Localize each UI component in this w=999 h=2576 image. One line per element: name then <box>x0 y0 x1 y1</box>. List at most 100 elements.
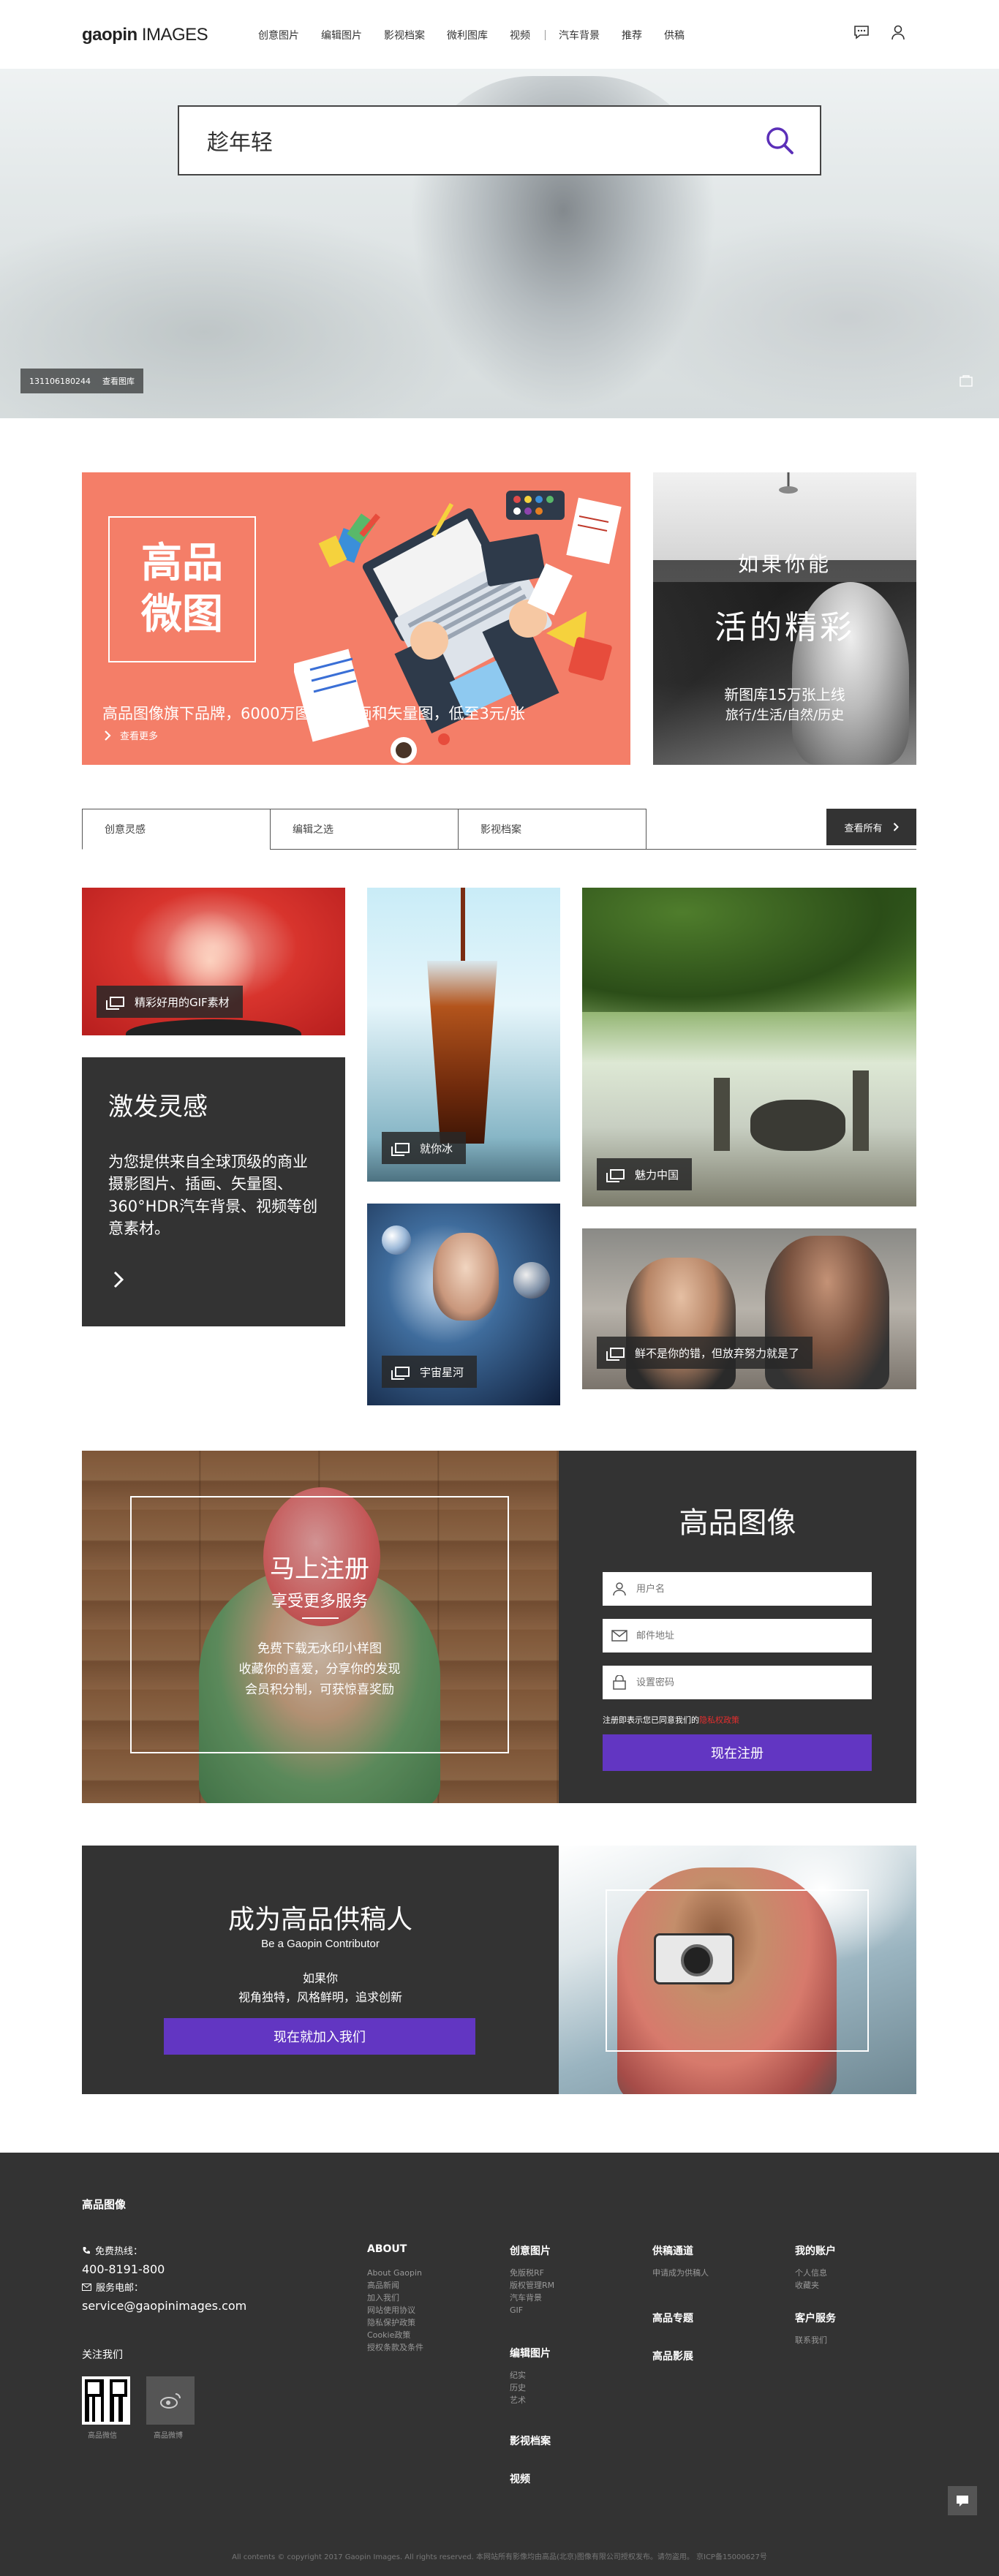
promo-description: 高品图像旗下品牌，6000万图片，插画和矢量图，低至3元/张 <box>102 705 525 722</box>
footer-link[interactable]: 联系我们 <box>795 2334 827 2346</box>
footer-link[interactable]: 艺术 <box>510 2394 526 2406</box>
chevron-right-icon[interactable] <box>108 1269 129 1290</box>
footer-exhibition-head[interactable]: 高品影展 <box>652 2349 693 2363</box>
contributor-subtitle: Be a Gaopin Contributor <box>261 1938 380 1950</box>
promo-micro-banner[interactable]: 高品 微图 高品图像旗下品牌，6000万图片，插画和矢量图，低至3元/张 查看更… <box>82 472 630 765</box>
footer-service-head[interactable]: 客户服务 <box>795 2311 836 2325</box>
category-tabs: 创意灵感 编辑之选 影视档案 <box>82 809 646 850</box>
join-button[interactable]: 现在就加入我们 <box>164 2018 475 2055</box>
tab-film-archive[interactable]: 影视档案 <box>458 809 646 850</box>
contributor-line1: 如果你 <box>302 1971 338 1985</box>
footer-link[interactable]: 收藏夹 <box>795 2279 827 2292</box>
promo-more-text: 查看更多 <box>120 731 159 742</box>
footer-film-head[interactable]: 影视档案 <box>510 2433 551 2448</box>
caption-text: 精彩好用的GIF素材 <box>135 995 230 1009</box>
promo-travel-banner[interactable]: 如果你能 活的精彩 新图库15万张上线 旅行/生活/自然/历史 <box>653 472 916 765</box>
footer-link[interactable]: 版权管理RM <box>510 2279 554 2292</box>
mail-icon <box>603 1619 636 1653</box>
user-icon <box>603 1572 636 1606</box>
hotline-label: 免费热线： <box>82 2243 143 2257</box>
nav-supply[interactable]: 供稿 <box>664 28 685 42</box>
copyright: All contents © copyright 2017 Gaopin Ima… <box>232 2553 767 2561</box>
weibo-icon[interactable] <box>146 2376 195 2425</box>
footer-supply-head[interactable]: 供稿通道 <box>652 2243 693 2258</box>
footer-link[interactable]: 汽车背景 <box>510 2292 554 2304</box>
follow-label: 关注我们 <box>82 2349 123 2361</box>
footer-link[interactable]: 纪实 <box>510 2369 526 2382</box>
register-title: 高品图像 <box>679 1506 796 1540</box>
planet <box>382 1225 411 1255</box>
tab-editor-picks[interactable]: 编辑之选 <box>270 809 459 850</box>
chat-support-icon[interactable] <box>948 2486 977 2515</box>
expand-icon[interactable] <box>960 374 973 388</box>
footer-link[interactable]: About Gaopin <box>367 2267 423 2279</box>
hero-photo-id[interactable]: 131106180244 查看图库 <box>20 369 143 393</box>
tile-caption: 精彩好用的GIF素材 <box>97 986 243 1018</box>
footer-link[interactable]: 申请成为供稿人 <box>652 2267 709 2279</box>
footer-special-head[interactable]: 高品专题 <box>652 2311 693 2325</box>
search-input[interactable] <box>207 127 754 154</box>
email-field <box>603 1619 872 1653</box>
footer-link[interactable]: 历史 <box>510 2382 526 2394</box>
email-input[interactable] <box>636 1630 872 1642</box>
footer-editorial-head[interactable]: 编辑图片 <box>510 2346 551 2360</box>
footer-link[interactable]: 免版税RF <box>510 2267 554 2279</box>
promo-right-line3: 新图库15万张上线 <box>724 686 845 703</box>
nav-car[interactable]: 汽车背景 <box>559 28 600 42</box>
footer-link[interactable]: 隐私保护政策 <box>367 2316 423 2329</box>
footer-creative-links: 免版税RF 版权管理RM 汽车背景 GIF <box>510 2267 554 2316</box>
privacy-policy-link[interactable]: 隐私权政策 <box>699 1715 739 1725</box>
gallery-icon <box>606 1169 625 1182</box>
logo-suffix: IMAGES <box>137 25 208 45</box>
logo[interactable]: gaopin IMAGES <box>82 25 208 45</box>
planet <box>513 1262 550 1299</box>
footer-link[interactable]: 加入我们 <box>367 2292 423 2304</box>
tile-caption: 就你冰 <box>382 1132 467 1164</box>
footer-link[interactable]: Cookie政策 <box>367 2329 423 2341</box>
nav-film[interactable]: 影视档案 <box>384 28 425 42</box>
nav-video[interactable]: 视频 <box>510 28 530 42</box>
wechat-qr-code <box>82 2376 130 2425</box>
footer-account-head[interactable]: 我的账户 <box>795 2243 836 2258</box>
promo-more-link[interactable]: 查看更多 <box>104 728 158 742</box>
footer-link[interactable]: 高品新闻 <box>367 2279 423 2292</box>
user-icon[interactable] <box>888 22 908 42</box>
footer-creative-head[interactable]: 创意图片 <box>510 2243 551 2258</box>
inspire-card[interactable]: 激发灵感 为您提供来自全球顶级的商业摄影图片、插画、矢量图、360°HDR汽车背… <box>82 1057 345 1326</box>
main-nav: 创意图片 编辑图片 影视档案 微利图库 视频 汽车背景 推荐 供稿 <box>258 28 706 42</box>
email-label: 服务电邮： <box>82 2280 143 2294</box>
contributor-line2: 视角独特，风格鲜明，追求创新 <box>238 1990 402 2004</box>
tile-fitness[interactable]: 鲜不是你的错，但放弃努力就是了 <box>582 1228 916 1389</box>
register-frame <box>130 1496 509 1753</box>
chevron-right-icon <box>893 823 899 831</box>
nav-creative[interactable]: 创意图片 <box>258 28 299 42</box>
footer-link[interactable]: 授权条款及条件 <box>367 2341 423 2354</box>
nav-micro[interactable]: 微利图库 <box>447 28 488 42</box>
footer-link[interactable]: 个人信息 <box>795 2267 827 2279</box>
contributor-title: 成为高品供稿人 <box>227 1905 412 1935</box>
tile-cola[interactable]: 就你冰 <box>367 888 560 1182</box>
footer-link[interactable]: 网站使用协议 <box>367 2304 423 2316</box>
message-icon[interactable] <box>851 22 872 42</box>
promo-right-line2: 活的精彩 <box>715 609 855 646</box>
nav-recommend[interactable]: 推荐 <box>622 28 642 42</box>
promo-box-line2: 微图 <box>141 591 223 638</box>
photo-tag-text: 查看图库 <box>102 377 135 386</box>
footer-video-head[interactable]: 视频 <box>510 2471 530 2486</box>
tile-gif[interactable]: 精彩好用的GIF素材 <box>82 888 345 1035</box>
tile-china[interactable]: 魅力中国 <box>582 888 916 1206</box>
universe-face <box>433 1233 499 1321</box>
tab-inspiration[interactable]: 创意灵感 <box>82 809 271 850</box>
footer-about-head: ABOUT <box>367 2243 407 2255</box>
tile-universe[interactable]: 宇宙星河 <box>367 1204 560 1405</box>
service-email[interactable]: service@gaopinimages.com <box>82 2299 246 2313</box>
password-input[interactable] <box>636 1677 872 1688</box>
register-button[interactable]: 现在注册 <box>603 1734 872 1771</box>
username-input[interactable] <box>636 1583 872 1595</box>
register-benefit: 会员积分制，可获惊喜奖励 <box>245 1682 394 1697</box>
nav-editorial[interactable]: 编辑图片 <box>321 28 362 42</box>
lock-icon <box>603 1666 636 1699</box>
view-all-button[interactable]: 查看所有 <box>826 809 916 845</box>
footer-link[interactable]: GIF <box>510 2304 554 2316</box>
search-icon[interactable] <box>754 115 805 166</box>
